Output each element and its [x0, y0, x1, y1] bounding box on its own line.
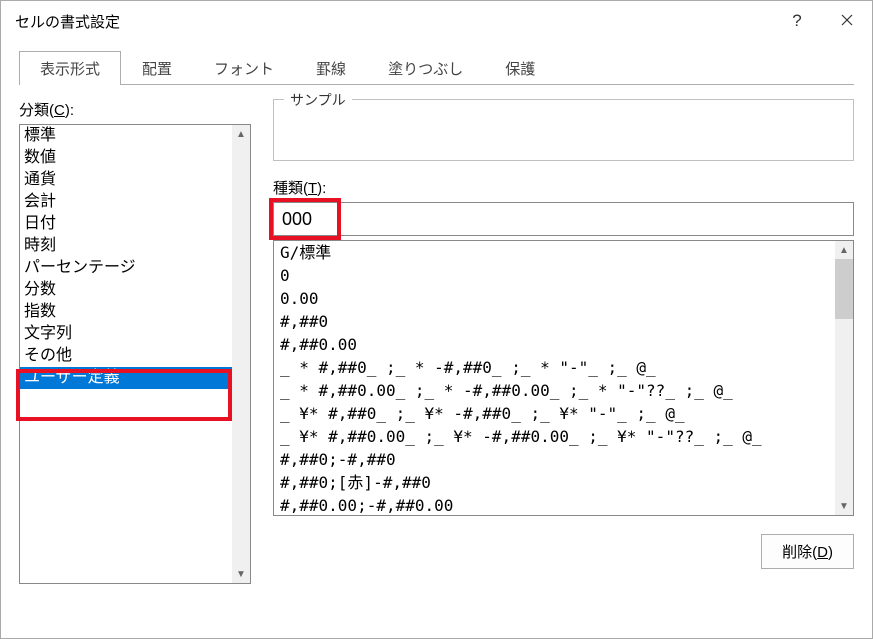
category-item[interactable]: 標準 — [20, 125, 232, 147]
category-listbox[interactable]: 標準数値通貨会計日付時刻パーセンテージ分数指数文字列その他ユーザー定義 ▲ ▼ — [19, 124, 251, 584]
delete-button[interactable]: 削除(D) — [761, 534, 854, 569]
type-item[interactable]: #,##0;-#,##0 — [274, 448, 835, 471]
close-button[interactable] — [822, 1, 872, 41]
category-item[interactable]: 日付 — [20, 213, 232, 235]
scroll-down-icon[interactable]: ▼ — [232, 565, 250, 583]
category-item[interactable]: 会計 — [20, 191, 232, 213]
type-item[interactable]: _ ¥* #,##0.00_ ;_ ¥* -#,##0.00_ ;_ ¥* "-… — [274, 425, 835, 448]
help-icon: ? — [792, 11, 801, 31]
category-item[interactable]: 数値 — [20, 147, 232, 169]
type-item[interactable]: _ ¥* #,##0_ ;_ ¥* -#,##0_ ;_ ¥* "-"_ ;_ … — [274, 402, 835, 425]
type-item[interactable]: 0.00 — [274, 287, 835, 310]
category-item[interactable]: ユーザー定義 — [20, 367, 232, 389]
tabpanel-number-format: 分類(C): 標準数値通貨会計日付時刻パーセンテージ分数指数文字列その他ユーザー… — [1, 85, 872, 584]
type-item[interactable]: #,##0.00;-#,##0.00 — [274, 494, 835, 515]
help-button[interactable]: ? — [772, 1, 822, 41]
category-item[interactable]: パーセンテージ — [20, 257, 232, 279]
tab-number-format[interactable]: 表示形式 — [19, 51, 121, 85]
category-item[interactable]: 通貨 — [20, 169, 232, 191]
category-label: 分類(C): — [19, 99, 251, 120]
category-item[interactable]: 文字列 — [20, 323, 232, 345]
type-item[interactable]: #,##0.00 — [274, 333, 835, 356]
tab-border[interactable]: 罫線 — [295, 51, 367, 85]
type-item[interactable]: #,##0 — [274, 310, 835, 333]
type-item[interactable]: _ * #,##0_ ;_ * -#,##0_ ;_ * "-"_ ;_ @_ — [274, 356, 835, 379]
category-item[interactable]: その他 — [20, 345, 232, 367]
sample-fieldset: サンプル — [273, 99, 854, 161]
tab-font[interactable]: フォント — [193, 51, 295, 85]
type-input[interactable] — [273, 202, 854, 236]
details-column: サンプル 種類(T): G/標準00.00#,##0#,##0.00_ * #,… — [273, 99, 854, 584]
titlebar: セルの書式設定 ? — [1, 1, 872, 41]
category-scrollbar[interactable]: ▲ ▼ — [232, 125, 250, 583]
scroll-down-icon[interactable]: ▼ — [835, 497, 853, 515]
type-item[interactable]: 0 — [274, 264, 835, 287]
scroll-up-icon[interactable]: ▲ — [835, 241, 853, 259]
scroll-track[interactable] — [835, 259, 853, 497]
dialog-window: セルの書式設定 ? 表示形式 配置 フォント 罫線 塗りつぶし 保護 分類(C)… — [0, 0, 873, 639]
tab-alignment[interactable]: 配置 — [121, 51, 193, 85]
sample-label: サンプル — [284, 90, 352, 110]
scroll-thumb[interactable] — [835, 259, 853, 319]
close-icon — [841, 11, 853, 31]
tabstrip: 表示形式 配置 フォント 罫線 塗りつぶし 保護 — [1, 41, 872, 85]
category-item[interactable]: 時刻 — [20, 235, 232, 257]
tab-protection[interactable]: 保護 — [484, 51, 556, 85]
category-column: 分類(C): 標準数値通貨会計日付時刻パーセンテージ分数指数文字列その他ユーザー… — [19, 99, 251, 584]
type-item[interactable]: _ * #,##0.00_ ;_ * -#,##0.00_ ;_ * "-"??… — [274, 379, 835, 402]
category-item[interactable]: 指数 — [20, 301, 232, 323]
scroll-track[interactable] — [232, 143, 250, 565]
type-listbox[interactable]: G/標準00.00#,##0#,##0.00_ * #,##0_ ;_ * -#… — [273, 240, 854, 516]
type-item[interactable]: #,##0;[赤]-#,##0 — [274, 471, 835, 494]
category-item[interactable]: 分数 — [20, 279, 232, 301]
type-label: 種類(T): — [273, 177, 854, 198]
window-title: セルの書式設定 — [15, 11, 772, 32]
type-item[interactable]: G/標準 — [274, 241, 835, 264]
scroll-up-icon[interactable]: ▲ — [232, 125, 250, 143]
tab-fill[interactable]: 塗りつぶし — [367, 51, 484, 85]
type-scrollbar[interactable]: ▲ ▼ — [835, 241, 853, 515]
